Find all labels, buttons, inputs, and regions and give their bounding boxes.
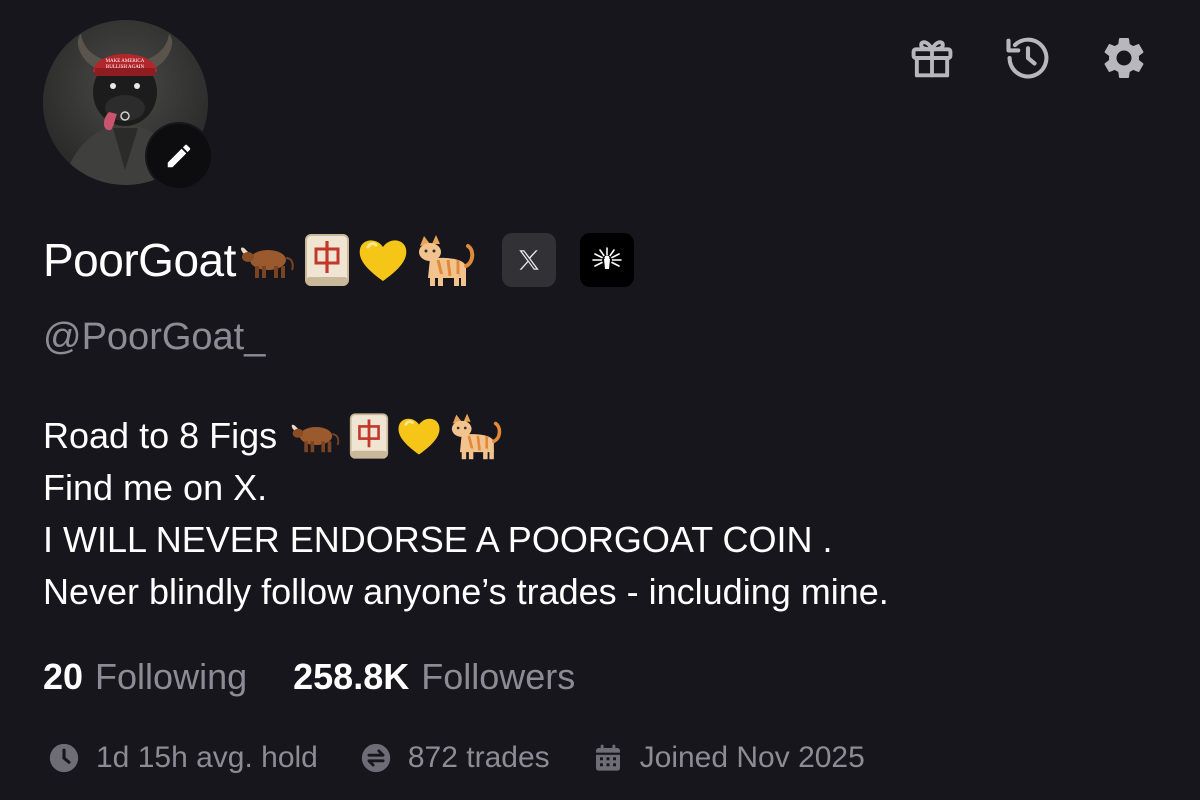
bio-line-4: Never blindly follow anyone’s trades - i… — [43, 571, 889, 612]
history-button[interactable] — [1000, 30, 1056, 86]
edit-avatar-button[interactable] — [147, 124, 211, 188]
bio-line-3: I WILL NEVER ENDORSE A POORGOAT COIN . — [43, 519, 833, 560]
followers-stat[interactable]: 258.8K Followers — [293, 652, 575, 702]
gift-icon — [911, 40, 953, 78]
followers-count: 258.8K — [293, 656, 410, 697]
following-count: 20 — [43, 656, 84, 697]
name-emojis — [238, 232, 476, 288]
profile-bio: Road to 8 Figs Find me on X. I WILL NEVE… — [43, 410, 1163, 618]
mahjong-red-dragon-emoji — [349, 413, 389, 459]
yellow-heart-emoji — [398, 418, 440, 455]
clock-icon — [46, 740, 82, 776]
avatar-container: MAKE AMERICA BULLISH AGAIN — [43, 20, 211, 188]
joined-item: Joined Nov 2025 — [590, 736, 865, 780]
ox-emoji — [240, 247, 294, 278]
header-actions — [904, 30, 1152, 86]
yellow-heart-emoji — [359, 240, 407, 281]
avg-hold-item: 1d 15h avg. hold — [46, 736, 318, 780]
name-row: PoorGoat — [43, 228, 634, 292]
bio-line: Road to 8 Figs — [43, 410, 1163, 462]
swap-icon — [358, 740, 394, 776]
bio-line-1: Road to 8 Figs — [43, 415, 278, 456]
svg-text:BULLISH AGAIN: BULLISH AGAIN — [106, 65, 145, 70]
avg-hold-text: 1d 15h avg. hold — [96, 741, 318, 774]
history-icon — [1006, 37, 1049, 79]
display-name: PoorGoat — [43, 234, 236, 286]
mahjong-red-dragon-emoji — [304, 234, 349, 286]
follow-stats: 20 Following 258.8K Followers — [43, 652, 575, 702]
bio-line-2: Find me on X. — [43, 467, 268, 508]
x-profile-link[interactable] — [501, 233, 556, 287]
settings-button[interactable] — [1096, 30, 1152, 86]
dexscreener-logo-icon — [592, 247, 622, 269]
calendar-icon — [590, 740, 626, 776]
cat-emoji — [452, 413, 502, 460]
bio-emojis — [289, 411, 503, 461]
x-logo-icon — [519, 250, 539, 270]
ox-emoji — [291, 424, 340, 453]
gift-button[interactable] — [904, 30, 960, 86]
trades-item: 872 trades — [358, 736, 550, 780]
followers-label: Followers — [421, 656, 576, 697]
svg-text:MAKE AMERICA: MAKE AMERICA — [106, 59, 145, 64]
pencil-icon — [167, 144, 191, 168]
joined-text: Joined Nov 2025 — [639, 741, 865, 774]
following-stat[interactable]: 20 Following — [43, 652, 247, 702]
following-label: Following — [95, 656, 248, 697]
profile-meta: 1d 15h avg. hold 872 trades Joined Nov 2… — [46, 736, 865, 780]
profile-handle: @PoorGoat_ — [43, 316, 266, 358]
settings-gear-icon — [1104, 37, 1144, 78]
trades-text: 872 trades — [407, 741, 550, 774]
dexscreener-link[interactable] — [579, 233, 634, 287]
cat-emoji — [418, 235, 475, 286]
